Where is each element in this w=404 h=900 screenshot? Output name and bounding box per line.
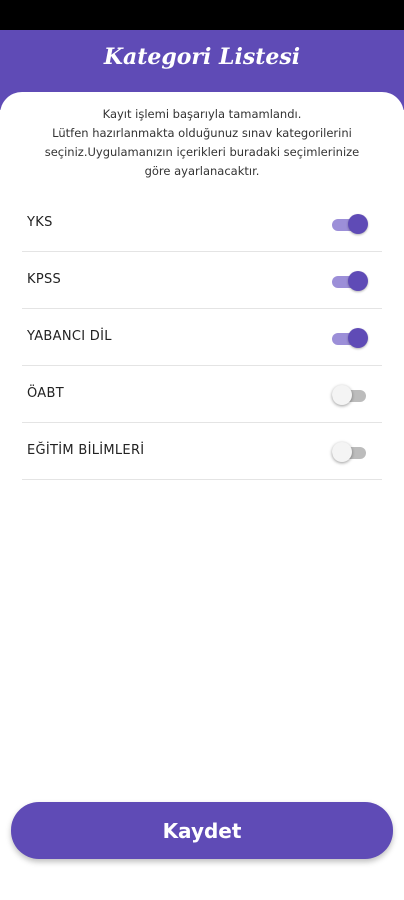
toggle-thumb [348, 271, 368, 291]
intro-text: Kayıt işlemi başarıyla tamamlandı. Lütfe… [18, 105, 386, 181]
intro-line: Kayıt işlemi başarıyla tamamlandı. [102, 107, 302, 121]
category-list: YKS KPSS YABANCI DİL ÖABT EĞİTİM BİLİMLE… [22, 195, 382, 480]
category-toggle[interactable] [332, 271, 368, 291]
category-label: YKS [27, 215, 53, 230]
category-label: KPSS [27, 272, 62, 287]
page-title: Kategori Listesi [103, 44, 301, 70]
intro-line: Lütfen hazırlanmakta olduğunuz sınav kat… [52, 126, 352, 140]
category-row-yabanci-dil[interactable]: YABANCI DİL [22, 309, 382, 366]
toggle-thumb [348, 214, 368, 234]
toggle-thumb [332, 385, 352, 405]
toggle-thumb [332, 442, 352, 462]
save-button[interactable]: Kaydet [11, 802, 393, 859]
category-toggle[interactable] [332, 328, 368, 348]
category-label: EĞİTİM BİLİMLERİ [27, 443, 145, 458]
intro-line: göre ayarlanacaktır. [144, 164, 260, 178]
category-row-egitim-bilimleri[interactable]: EĞİTİM BİLİMLERİ [22, 423, 382, 480]
category-row-oabt[interactable]: ÖABT [22, 366, 382, 423]
category-label: ÖABT [27, 386, 64, 401]
intro-line: seçiniz.Uygulamanızın içerikleri buradak… [44, 145, 360, 159]
status-bar [0, 0, 404, 30]
toggle-thumb [348, 328, 368, 348]
category-toggle[interactable] [332, 214, 368, 234]
category-toggle[interactable] [332, 385, 368, 405]
category-row-kpss[interactable]: KPSS [22, 252, 382, 309]
category-toggle[interactable] [332, 442, 368, 462]
category-row-yks[interactable]: YKS [22, 195, 382, 252]
category-label: YABANCI DİL [27, 329, 112, 344]
